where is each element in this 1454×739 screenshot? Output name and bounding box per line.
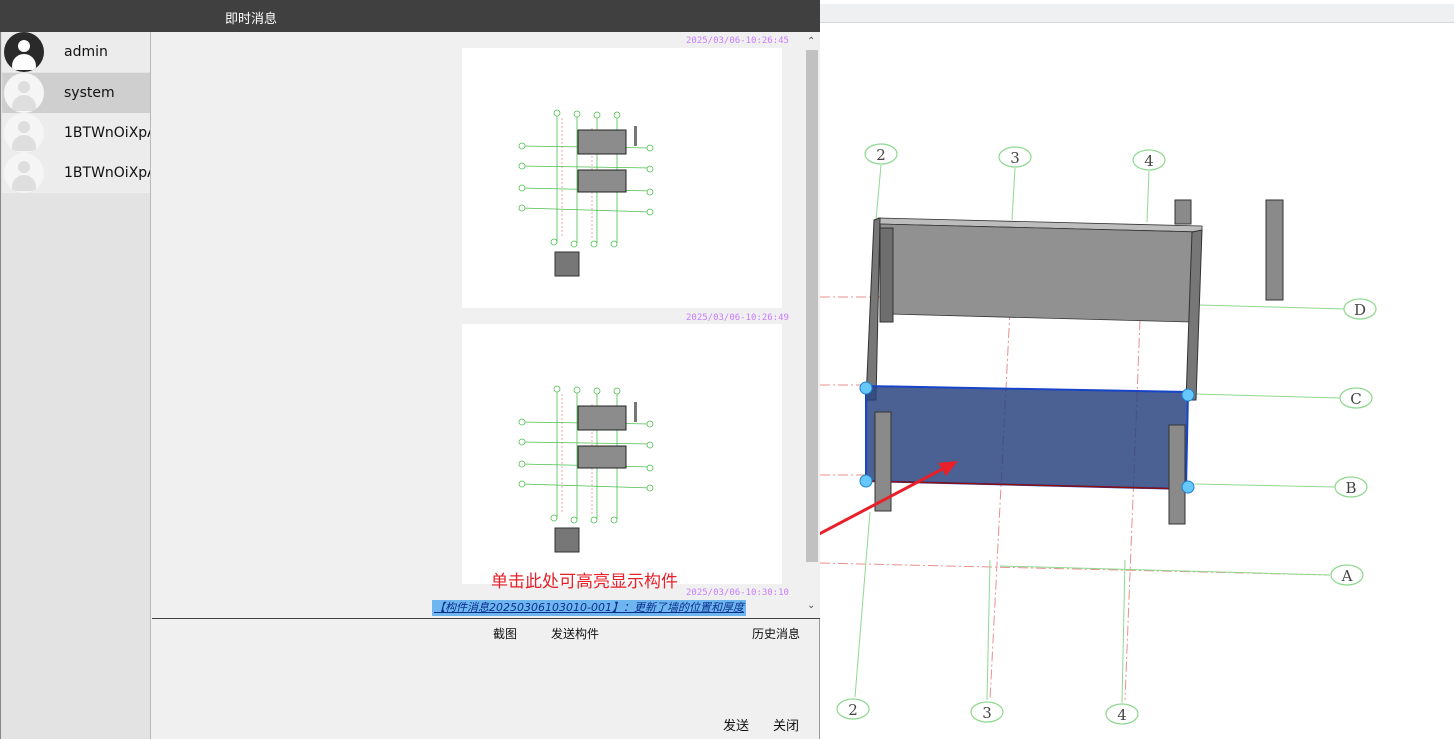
scroll-up-icon[interactable]: ⌃ (807, 36, 815, 47)
contact-name: system (64, 85, 115, 101)
user-avatar-icon (4, 113, 44, 153)
window-title: 即时消息 (225, 12, 278, 27)
annotation-label: 单击此处可高亮显示构件 (491, 572, 678, 592)
axis-label: A (1341, 567, 1353, 585)
axis-label: 4 (1117, 706, 1127, 724)
title-bar: 即时消息 (0, 0, 820, 32)
message-area[interactable]: 2025/03/06-10:26:45 2025/03/06-10:26:49 … (152, 32, 804, 618)
divider (152, 618, 820, 619)
axis-label: B (1345, 479, 1356, 497)
message-timestamp: 2025/03/06-10:30:10 (686, 588, 789, 598)
close-button[interactable]: 关闭 (773, 715, 799, 734)
scroll-down-icon[interactable]: ⌄ (807, 600, 815, 611)
message-timestamp: 2025/03/06-10:26:45 (686, 36, 789, 46)
thumbnail-drawing (518, 385, 654, 553)
send-button[interactable]: 发送 (723, 715, 749, 734)
contact-name: 1BTWnOiXpA (64, 125, 150, 141)
history-button[interactable]: 历史消息 (752, 625, 800, 642)
thumbnail-drawing (518, 109, 654, 277)
user-avatar-icon (4, 73, 44, 113)
message-timestamp: 2025/03/06-10:26:49 (686, 313, 789, 323)
component-message-link[interactable]: 【构件消息20250306103010-001】：更新了墙的位置和厚度 (432, 600, 746, 616)
axis-label: C (1350, 390, 1361, 408)
scroll-thumb[interactable] (806, 50, 818, 562)
contact-item[interactable]: admin (2, 32, 150, 72)
model-view[interactable]: 2 3 4 D C B A 2 3 4 (820, 0, 1454, 739)
axis-label: 2 (848, 701, 858, 719)
axis-label: 4 (1144, 152, 1154, 170)
screenshot-thumbnail[interactable] (462, 324, 782, 584)
axis-label: 3 (982, 704, 992, 722)
contact-item[interactable]: 1BTWnOiXpA (2, 113, 150, 153)
user-avatar-icon (4, 153, 44, 193)
contact-name: 1BTWnOiXpA (64, 165, 150, 181)
3d-viewport[interactable]: 2 3 4 D C B A 2 3 4 (820, 0, 1454, 739)
chat-window: 即时消息 admin system 1BTWnOiXpA 1BTWnOiXpA … (0, 0, 820, 739)
contact-item[interactable]: 1BTWnOiXpA (2, 153, 150, 193)
axis-label: 3 (1010, 149, 1020, 167)
screenshot-thumbnail[interactable] (462, 48, 782, 308)
contact-list: admin system 1BTWnOiXpA 1BTWnOiXpA (0, 32, 151, 739)
axis-label: 2 (876, 146, 886, 164)
send-component-button[interactable]: 发送构件 (551, 625, 599, 642)
axis-label: D (1354, 301, 1366, 319)
message-input[interactable] (152, 645, 802, 715)
user-avatar-icon (4, 32, 44, 72)
screenshot-button[interactable]: 截图 (493, 625, 517, 642)
contact-name: admin (64, 44, 108, 60)
message-scrollbar[interactable]: ⌃ ⌄ (804, 32, 820, 618)
contact-item[interactable]: system (2, 73, 150, 113)
